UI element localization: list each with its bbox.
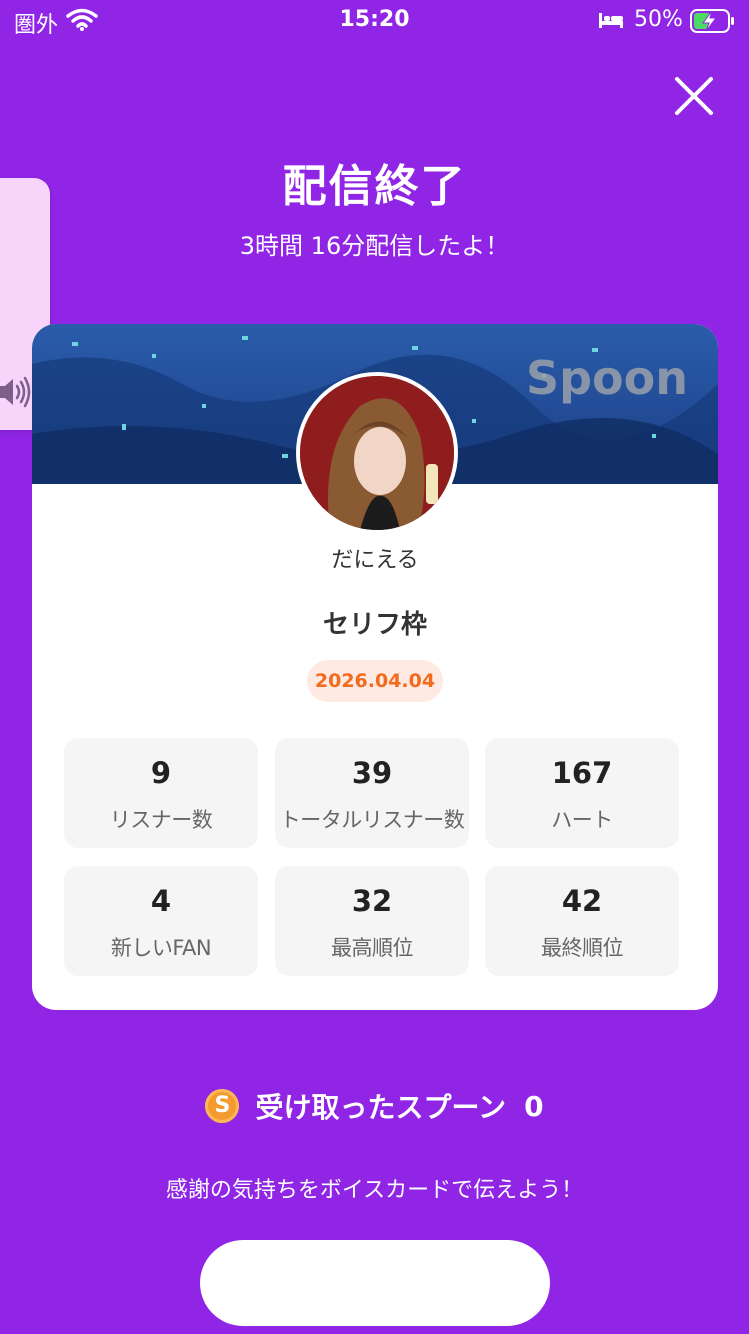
close-icon	[675, 77, 713, 115]
page-title: 配信終了	[282, 161, 467, 212]
stat-value: 39	[351, 756, 393, 790]
stat-value: 4	[150, 884, 172, 918]
stat-label: 最終順位	[541, 936, 624, 960]
stat-label: 最高順位	[331, 936, 414, 960]
stat-value: 32	[351, 884, 393, 918]
stat-label: リスナー数	[109, 808, 213, 832]
battery-percent: 50%	[634, 7, 683, 32]
close-button[interactable]	[670, 72, 718, 120]
voice-card-button[interactable]	[200, 1240, 550, 1326]
stat-value: 167	[551, 756, 613, 790]
spoons-label: 受け取ったスプーン	[255, 1091, 507, 1124]
avatar[interactable]	[296, 372, 458, 534]
stat-label: 新しいFAN	[110, 936, 212, 960]
spoons-received: S 受け取ったスプーン 0	[0, 1086, 749, 1126]
spoons-count: 0	[524, 1089, 544, 1123]
spoon-coin-icon: S	[205, 1089, 240, 1123]
broadcast-result-card: Spoon だにえる セリフ枠 2026.04.04 9 リスナー数 39 トー…	[32, 324, 718, 1010]
broadcast-duration: 3時間 16分配信したよ！	[239, 232, 510, 260]
broadcast-title: セリフ枠	[322, 610, 427, 640]
avatar-image	[300, 376, 454, 530]
streamer-nickname: だにえる	[331, 548, 419, 573]
stat-new-fans: 4 新しいFAN	[64, 866, 258, 976]
spoon-logo: Spoon	[526, 351, 688, 405]
stat-value: 42	[561, 884, 603, 918]
stat-label: ハート	[551, 808, 613, 832]
status-bar: 圏外 15:20 50%	[0, 0, 749, 44]
stat-listeners: 9 リスナー数	[64, 738, 258, 848]
stat-highest-rank: 32 最高順位	[275, 866, 469, 976]
stat-value: 9	[150, 756, 172, 790]
stat-total-listeners: 39 トータルリスナー数	[275, 738, 469, 848]
stat-hearts: 167 ハート	[485, 738, 679, 848]
stat-final-rank: 42 最終順位	[485, 866, 679, 976]
battery-charging-icon	[690, 9, 734, 33]
speaker-icon	[0, 376, 31, 408]
date-badge: 2026.04.04	[307, 660, 443, 702]
sleep-mode-icon	[599, 13, 623, 28]
stat-label: トータルリスナー数	[279, 808, 465, 832]
thanks-message: 感謝の気持ちをボイスカードで伝えよう！	[165, 1178, 584, 1203]
